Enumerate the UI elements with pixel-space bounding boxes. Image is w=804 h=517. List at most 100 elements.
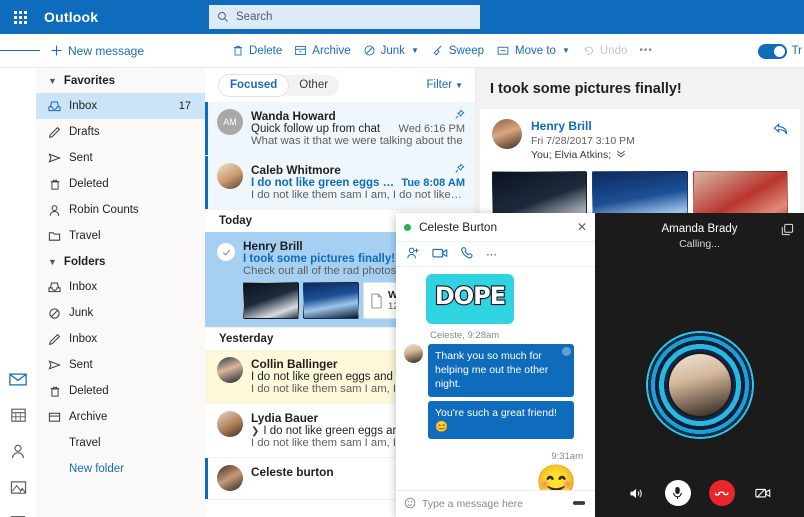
tab-other[interactable]: Other — [288, 75, 339, 96]
more-options-icon: ••• — [639, 45, 653, 56]
pin-icon[interactable] — [454, 109, 465, 123]
sidebar-item-inbox[interactable]: Inbox 17 — [36, 93, 205, 119]
call-header: Amanda Brady Calling... — [595, 213, 804, 250]
search-input[interactable]: Search — [209, 5, 480, 29]
try-toggle[interactable] — [757, 43, 787, 59]
reply-icon[interactable] — [773, 123, 788, 139]
message-subject: I do not like green eggs and — [263, 425, 406, 437]
phone-call-icon[interactable] — [460, 246, 474, 263]
sidebar-folder-travel[interactable]: Travel — [36, 430, 205, 456]
filter-button[interactable]: Filter ▼ — [427, 79, 463, 91]
more-commands-button[interactable]: ••• — [633, 34, 659, 68]
calling-rings — [645, 331, 754, 439]
favorites-group-header[interactable]: ▼ Favorites — [36, 68, 205, 93]
app-brand: Outlook — [44, 9, 99, 25]
send-icon — [48, 359, 61, 372]
sidebar-folder-junk[interactable]: Junk — [36, 300, 205, 326]
end-call-icon[interactable] — [708, 480, 735, 506]
add-person-icon[interactable] — [406, 246, 420, 263]
rail-item-tasks[interactable] — [8, 513, 28, 517]
rail-item-files[interactable] — [8, 477, 28, 497]
send-icon — [48, 152, 61, 165]
junk-icon — [48, 307, 61, 320]
call-contact-name: Amanda Brady — [661, 223, 738, 235]
sidebar-item-robin-counts[interactable]: Robin Counts — [36, 197, 205, 223]
close-icon[interactable]: ✕ — [577, 220, 587, 234]
message-meta: Celeste, 9:28am — [430, 330, 500, 341]
rail-item-calendar[interactable] — [8, 405, 28, 425]
new-folder-label: New folder — [69, 463, 124, 475]
pop-out-icon[interactable] — [781, 223, 794, 239]
sidebar-item-travel[interactable]: Travel — [36, 223, 205, 249]
avatar — [217, 163, 243, 189]
search-icon — [218, 12, 228, 22]
rail-item-mail[interactable] — [8, 369, 28, 389]
rail-item-people[interactable] — [8, 441, 28, 461]
chat-input-bar[interactable]: Type a message here — [396, 490, 595, 517]
expand-thread-icon[interactable]: ❯ — [251, 426, 259, 437]
tab-focused[interactable]: Focused — [219, 74, 289, 96]
sidebar-folder-sent[interactable]: Sent — [36, 352, 205, 378]
send-icon[interactable] — [572, 497, 587, 511]
speaker-icon[interactable] — [627, 483, 647, 503]
avatar — [217, 465, 243, 491]
attachment-thumbnail[interactable] — [243, 282, 299, 319]
chevron-down-icon[interactable]: ▼ — [411, 46, 419, 55]
sidebar-item-deleted[interactable]: Deleted — [36, 171, 205, 197]
sidebar-item-label: Inbox — [69, 281, 98, 293]
page-title: I took some pictures finally! — [490, 81, 682, 97]
select-checkbox[interactable] — [217, 243, 235, 261]
chevron-double-down-icon[interactable] — [616, 149, 626, 161]
sidebar-item-sent[interactable]: Sent — [36, 145, 205, 171]
trash-icon — [48, 178, 61, 191]
new-message-button[interactable]: New message — [44, 34, 150, 68]
sidebar-folder-deleted[interactable]: Deleted — [36, 378, 205, 404]
microphone-icon[interactable] — [664, 480, 691, 506]
sidebar-folder-archive[interactable]: Archive — [36, 404, 205, 430]
message-subject-row: Quick follow up from chat Wed 6:16 PM — [251, 123, 465, 135]
app-launcher-icon[interactable] — [0, 0, 40, 34]
try-new-outlook-toggle-group[interactable]: Tr — [757, 34, 804, 68]
pin-icon[interactable] — [454, 163, 465, 177]
photos-icon — [10, 480, 26, 494]
message-group: Thank you so much for helping me out the… — [404, 344, 587, 443]
video-off-icon[interactable] — [753, 483, 773, 503]
sticker-text: DOPE — [434, 281, 508, 311]
sidebar-folder-drafts[interactable]: Inbox — [36, 326, 205, 352]
video-call-icon[interactable] — [432, 247, 448, 262]
sticker-dope: DOPE — [426, 274, 514, 324]
folder-icon — [48, 230, 61, 243]
folder-sidebar: ▼ Favorites Inbox 17 Drafts Sent Deleted… — [36, 68, 205, 517]
new-folder-button[interactable]: New folder — [36, 456, 205, 482]
list-item[interactable]: Caleb Whitmore I do not like green eggs … — [205, 156, 475, 210]
emoji-icon[interactable] — [404, 497, 416, 512]
chat-message-input[interactable]: Type a message here — [422, 498, 566, 510]
junk-button[interactable]: Junk ▼ — [357, 34, 425, 68]
sidebar-folder-inbox[interactable]: Inbox — [36, 274, 205, 300]
chat-window: Celeste Burton ✕ ⋯ DOPE Celeste, 9:28am — [396, 213, 595, 517]
sweep-label: Sweep — [448, 44, 485, 57]
archive-button[interactable]: Archive — [288, 34, 356, 68]
sidebar-item-label: Sent — [69, 359, 93, 371]
sweep-button[interactable]: Sweep — [425, 34, 490, 68]
move-to-button[interactable]: Move to ▼ — [490, 34, 576, 68]
chat-title-bar: Celeste Burton ✕ — [396, 213, 595, 242]
hamburger-icon[interactable] — [0, 34, 40, 68]
move-to-label: Move to — [515, 44, 556, 57]
sidebar-item-label: Junk — [69, 307, 94, 319]
list-item[interactable]: AM Wanda Howard Quick follow up from cha… — [205, 102, 475, 156]
attachment-thumbnail[interactable] — [303, 282, 359, 319]
sidebar-item-label: Drafts — [69, 126, 100, 138]
folders-group-header[interactable]: ▼ Folders — [36, 249, 205, 274]
recipients-row: You; Elvia Atkins; — [531, 149, 635, 161]
focused-other-pivot[interactable]: Focused Other — [219, 74, 340, 96]
delete-button[interactable]: Delete — [226, 34, 288, 68]
folder-move-icon — [497, 46, 509, 55]
chat-messages: DOPE Celeste, 9:28am Thank you so much f… — [396, 268, 595, 490]
search-placeholder: Search — [236, 11, 273, 23]
sidebar-item-drafts[interactable]: Drafts — [36, 119, 205, 145]
message-body: Wanda Howard Quick follow up from chat W… — [251, 109, 465, 147]
avatar — [217, 411, 243, 437]
chevron-down-icon[interactable]: ▼ — [562, 46, 570, 55]
more-options-icon[interactable]: ⋯ — [486, 248, 499, 261]
